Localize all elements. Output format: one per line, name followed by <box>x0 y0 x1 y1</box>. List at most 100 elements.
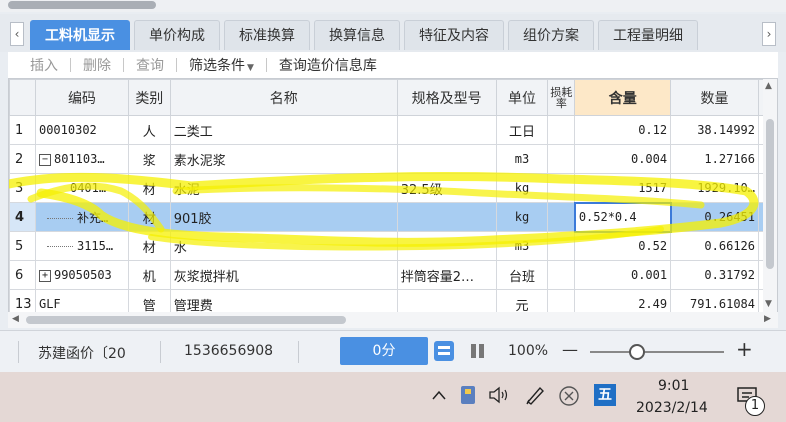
tab-pricing-scheme[interactable]: 组价方案 <box>508 20 594 50</box>
cell-spec[interactable] <box>396 144 497 174</box>
cell-code[interactable]: 3115… <box>34 231 129 261</box>
cell-spec[interactable] <box>396 231 497 261</box>
speaker-icon[interactable] <box>488 386 510 404</box>
table-row[interactable]: 1 00010302 人 二类工 工日 0.12 38.14992 <box>9 115 777 145</box>
table-row-selected[interactable]: 4 补充… 材 901胶 kg 0.52*0.4 0.26451 <box>9 201 777 233</box>
cell-code[interactable]: 00010302 <box>34 115 129 145</box>
cell-loss-rate[interactable] <box>547 202 576 232</box>
cell-quantity[interactable]: 38.14992 <box>670 115 759 145</box>
ime-indicator-icon[interactable]: 五 <box>594 384 616 406</box>
cell-content[interactable]: 0.12 <box>574 115 672 145</box>
tab-labor-material-machine[interactable]: 工料机显示 <box>30 20 130 50</box>
cell-code[interactable]: +99050503 <box>34 260 129 290</box>
cell-unit[interactable]: 工日 <box>495 115 549 145</box>
cell-loss-rate[interactable] <box>547 144 576 174</box>
cell-code[interactable]: 补充… <box>34 202 129 232</box>
cell-code[interactable]: GLF <box>34 289 129 313</box>
header-spec[interactable]: 规格及型号 <box>396 79 497 116</box>
cell-name[interactable]: 水 <box>169 231 398 261</box>
cell-quantity[interactable]: 0.66126 <box>670 231 759 261</box>
score-button[interactable]: 0分 <box>340 337 428 365</box>
cell-unit[interactable]: m3 <box>495 144 549 174</box>
clock-date[interactable]: 2023/2/14 <box>636 400 708 416</box>
cell-content[interactable]: 0.52 <box>574 231 672 261</box>
insert-button[interactable]: 插入 <box>18 55 70 75</box>
vertical-scrollbar-thumb[interactable] <box>766 119 774 269</box>
zoom-out-button[interactable]: — <box>562 340 578 359</box>
cell-content[interactable]: 2.49 <box>574 289 672 313</box>
query-button[interactable]: 查询 <box>124 55 176 75</box>
header-unit[interactable]: 单位 <box>495 79 549 116</box>
cell-type[interactable]: 材 <box>127 202 171 232</box>
cell-content[interactable]: 1517 <box>574 173 672 203</box>
cell-name[interactable]: 二类工 <box>169 115 398 145</box>
zoom-slider-track[interactable] <box>590 351 724 353</box>
cell-name[interactable]: 管理费 <box>169 289 398 313</box>
vertical-scrollbar[interactable]: ▲ ▼ <box>763 79 777 313</box>
cell-name[interactable]: 素水泥浆 <box>169 144 398 174</box>
cell-loss-rate[interactable] <box>547 115 576 145</box>
list-view-icon[interactable] <box>434 341 454 361</box>
cell-code[interactable]: 0401… <box>34 173 129 203</box>
column-view-icon[interactable] <box>468 341 488 361</box>
cell-spec[interactable]: 拌筒容量2… <box>396 260 497 290</box>
tab-unit-price-composition[interactable]: 单价构成 <box>134 20 220 50</box>
table-row[interactable]: 13 GLF 管 管理费 元 2.49 791.61084 <box>9 289 777 313</box>
tab-scroll-right-icon[interactable]: › <box>762 22 776 46</box>
zoom-slider-knob[interactable] <box>629 344 645 360</box>
header-name[interactable]: 名称 <box>169 79 398 116</box>
cell-unit[interactable]: kg <box>495 173 549 203</box>
table-row[interactable]: 6 +99050503 机 灰浆搅拌机 拌筒容量2… 台班 0.001 0.31… <box>9 260 777 290</box>
cell-spec[interactable] <box>396 289 497 313</box>
cell-type[interactable]: 机 <box>127 260 171 290</box>
cell-unit[interactable]: m3 <box>495 231 549 261</box>
cell-loss-rate[interactable] <box>547 173 576 203</box>
horizontal-scrollbar-thumb[interactable] <box>26 316 346 324</box>
cell-spec[interactable] <box>396 202 497 232</box>
clock-time[interactable]: 9:01 <box>658 378 689 394</box>
cell-name[interactable]: 901胶 <box>169 202 398 232</box>
tab-standard-conversion[interactable]: 标准换算 <box>224 20 310 50</box>
cell-type[interactable]: 管 <box>127 289 171 313</box>
zoom-in-button[interactable]: + <box>736 337 753 361</box>
cell-name[interactable]: 灰浆搅拌机 <box>169 260 398 290</box>
scroll-up-icon[interactable]: ▲ <box>765 81 772 91</box>
header-type[interactable]: 类别 <box>127 79 171 116</box>
cell-quantity[interactable]: 0.31792 <box>670 260 759 290</box>
chevron-up-icon[interactable] <box>432 390 446 400</box>
cell-name[interactable]: 水泥 <box>169 173 398 203</box>
expand-icon[interactable]: + <box>38 269 51 282</box>
collapse-icon[interactable]: − <box>38 153 51 166</box>
usb-drive-icon[interactable] <box>458 384 478 406</box>
cell-unit[interactable]: 元 <box>495 289 549 313</box>
tab-scroll-left-icon[interactable]: ‹ <box>10 22 24 46</box>
cell-loss-rate[interactable] <box>547 260 576 290</box>
filter-dropdown[interactable]: 筛选条件 ▼ <box>177 55 266 75</box>
content-edit-field[interactable]: 0.52*0.4 <box>573 201 672 233</box>
cell-code[interactable]: −801103… <box>34 144 129 174</box>
header-content[interactable]: 含量 <box>574 79 672 116</box>
tab-conversion-info[interactable]: 换算信息 <box>314 20 400 50</box>
cell-content[interactable]: 0.004 <box>574 144 672 174</box>
cell-type[interactable]: 人 <box>127 115 171 145</box>
cell-unit[interactable]: kg <box>495 202 549 232</box>
cell-quantity[interactable]: 1929.10… <box>670 173 759 203</box>
scroll-right-icon[interactable]: ▶ <box>764 314 771 324</box>
scroll-left-icon[interactable]: ◀ <box>12 314 19 324</box>
scroll-down-icon[interactable]: ▼ <box>765 299 772 309</box>
cell-spec[interactable] <box>396 115 497 145</box>
table-row[interactable]: 2 −801103… 浆 素水泥浆 m3 0.004 1.27166 <box>9 144 777 174</box>
cell-loss-rate[interactable] <box>547 231 576 261</box>
cell-type[interactable]: 浆 <box>127 144 171 174</box>
pen-icon[interactable] <box>524 384 546 406</box>
table-row[interactable]: 3 0401… 材 水泥 32.5级 kg 1517 1929.10… <box>9 173 777 203</box>
tab-quantity-detail[interactable]: 工程量明细 <box>598 20 698 50</box>
tab-features-content[interactable]: 特征及内容 <box>404 20 504 50</box>
price-info-db-button[interactable]: 查询造价信息库 <box>267 55 389 75</box>
top-scrollbar-thumb[interactable] <box>8 1 156 9</box>
header-quantity[interactable]: 数量 <box>670 79 759 116</box>
cell-spec[interactable]: 32.5级 <box>396 173 497 203</box>
header-code[interactable]: 编码 <box>34 79 129 116</box>
delete-button[interactable]: 删除 <box>71 55 123 75</box>
close-circle-icon[interactable] <box>558 385 580 407</box>
